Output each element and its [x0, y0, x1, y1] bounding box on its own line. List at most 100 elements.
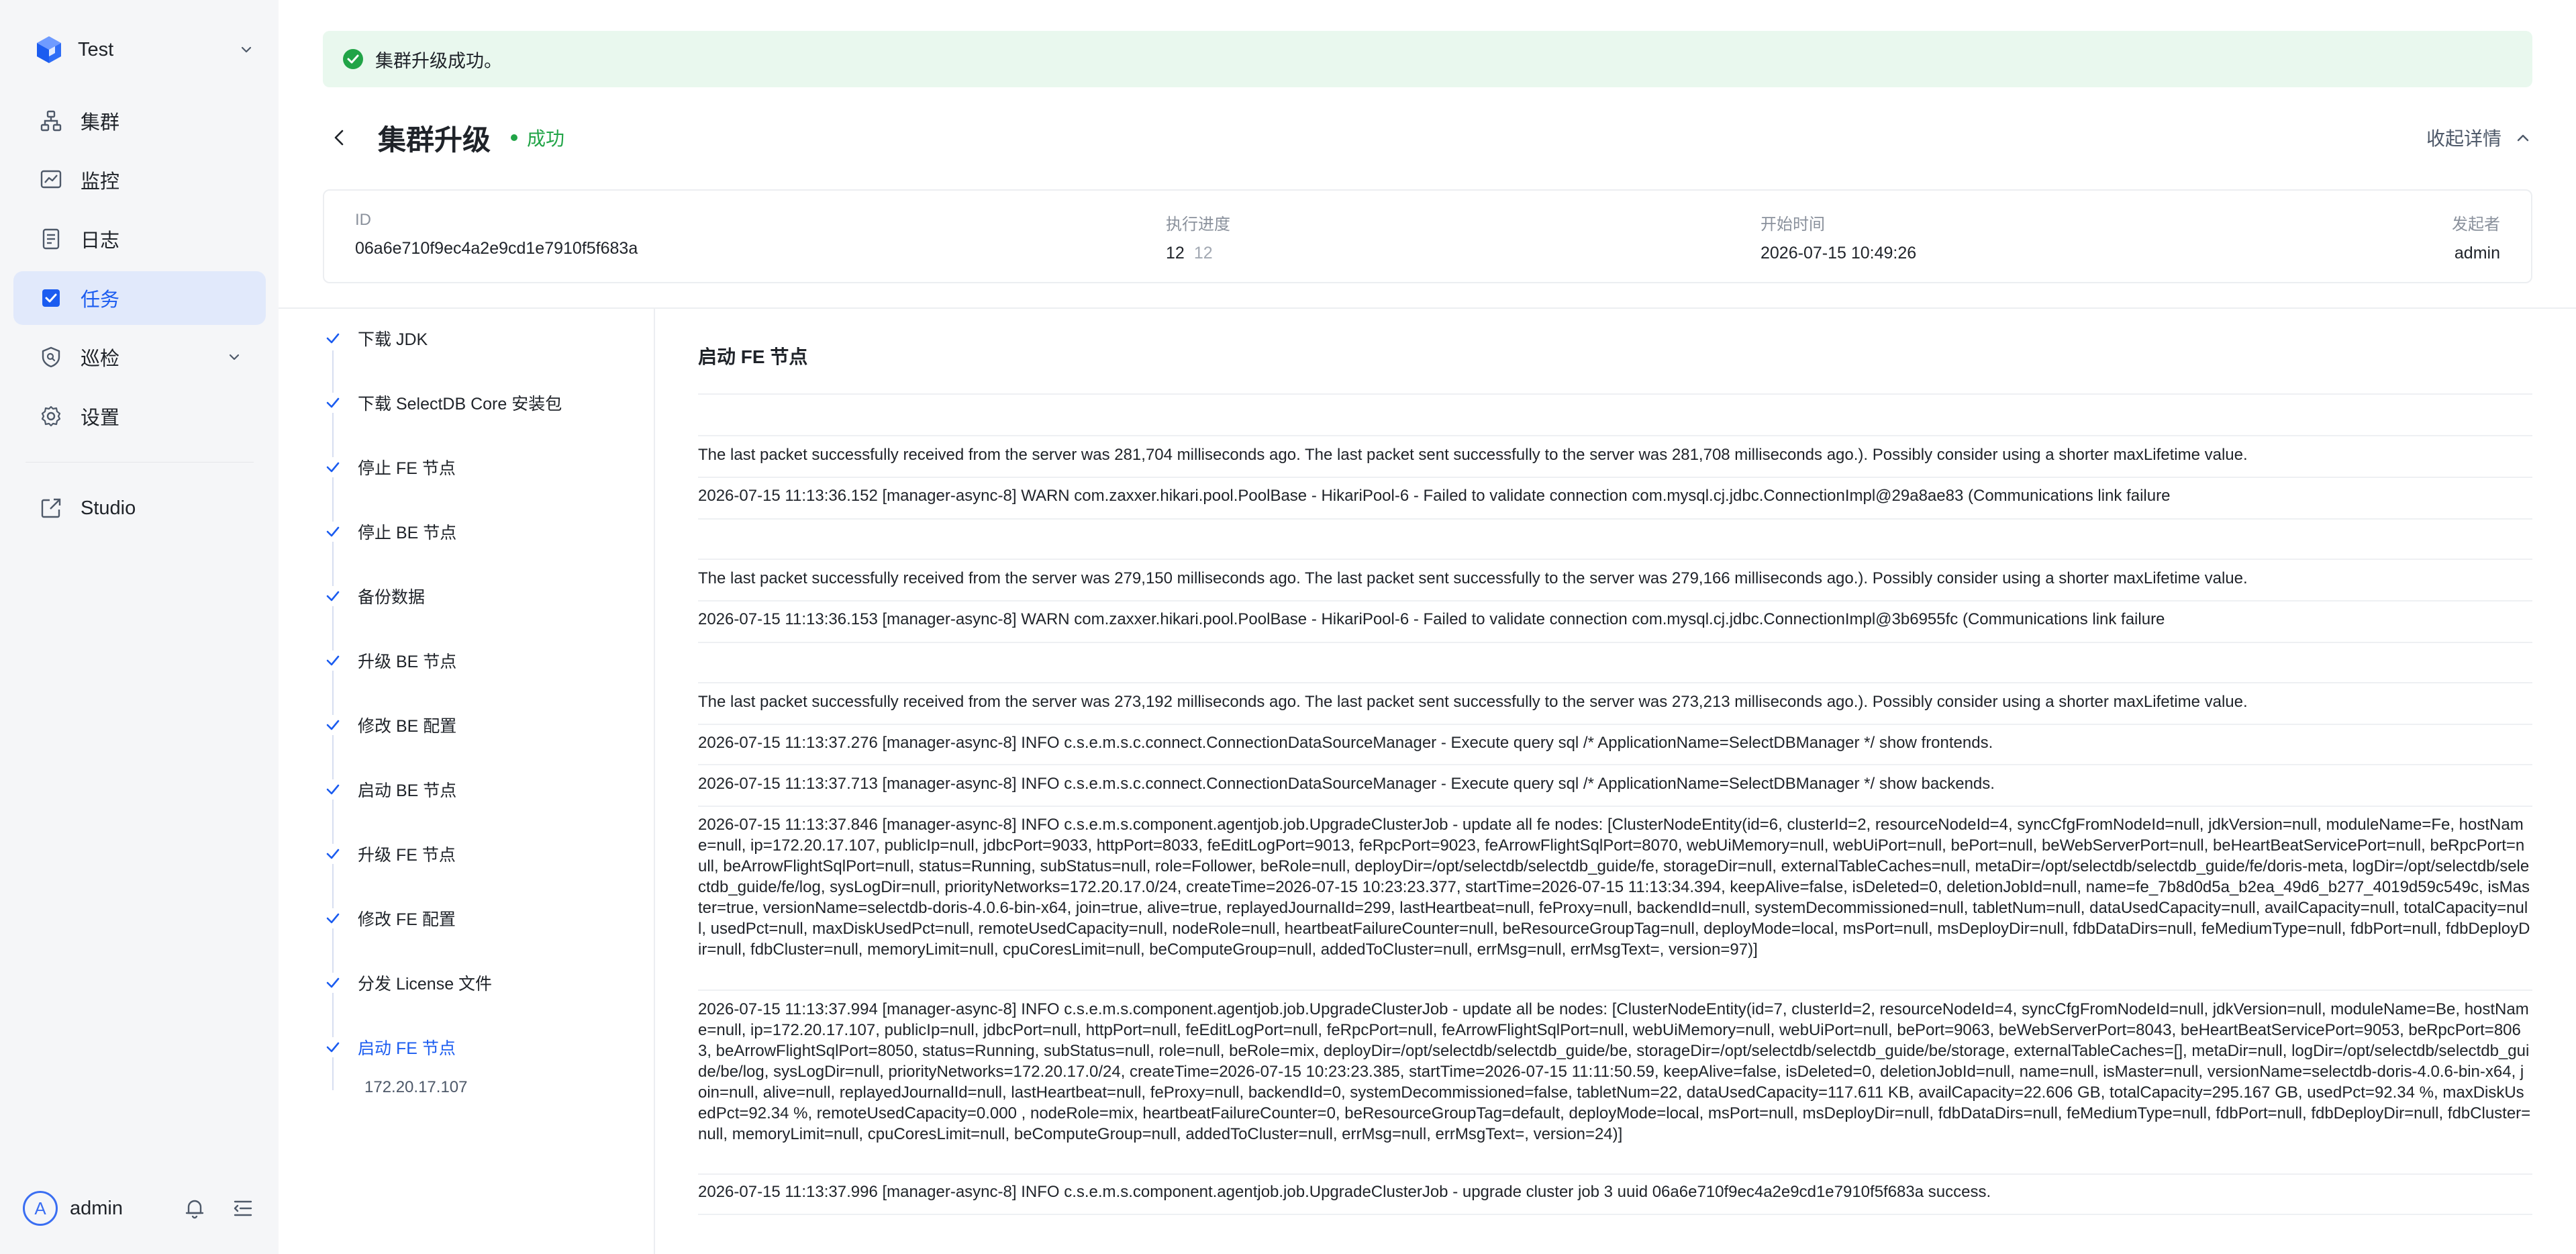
external-link-icon: [41, 498, 61, 518]
step-label: 下载 SelectDB Core 安装包: [358, 395, 562, 414]
page-title: 集群升级: [378, 124, 491, 156]
back-arrow-icon[interactable]: [328, 126, 351, 149]
monitor-chart-icon: [40, 170, 62, 189]
check-circle-icon: [343, 49, 363, 69]
step-item[interactable]: 启动 BE 节点: [323, 776, 456, 803]
step-item[interactable]: 停止 BE 节点: [323, 518, 456, 545]
step-label: 分发 License 文件: [358, 975, 493, 994]
nav-item-settings[interactable]: 设置: [13, 389, 266, 443]
nav-label: 日志: [81, 230, 120, 252]
log-divider: [698, 559, 2532, 560]
task-icon: [42, 289, 60, 307]
initiator-value: admin: [2454, 244, 2500, 262]
inspection-shield-icon: [42, 346, 60, 368]
start-time-value: 2026-07-15 10:49:26: [1761, 244, 1917, 262]
step-label: 备份数据: [358, 588, 426, 607]
nav-label: 监控: [81, 171, 120, 193]
step-node-ip[interactable]: 172.20.17.107: [364, 1078, 467, 1097]
nav-divider: [26, 462, 254, 463]
gear-icon: [41, 405, 61, 427]
chevron-down-icon[interactable]: [238, 41, 255, 58]
step-label: 修改 FE 配置: [358, 910, 456, 929]
step-item-current[interactable]: 启动 FE 节点: [323, 1034, 456, 1061]
nav-label: 集群: [81, 112, 120, 134]
log-divider: [698, 990, 2532, 991]
sidebar: Test 集群 监控 日志 任务 巡检 设置 Studio A admin: [0, 0, 279, 1254]
log-panel: 启动 FE 节点 The last packet successfully re…: [698, 309, 2532, 1254]
chevron-down-icon[interactable]: [226, 348, 243, 366]
step-item[interactable]: 修改 BE 配置: [323, 712, 456, 738]
progress-total: 12: [1193, 244, 1213, 262]
log-line: The last packet successfully received fr…: [698, 693, 2248, 711]
log-divider: [698, 518, 2532, 520]
chevron-up-icon: [2517, 134, 2529, 142]
nav-item-logs[interactable]: 日志: [13, 212, 266, 266]
avatar[interactable]: A: [23, 1191, 58, 1226]
info-progress: 执行进度 12 12: [1166, 211, 1230, 263]
main-nav: 集群 监控 日志 任务 巡检 设置 Studio: [13, 94, 266, 540]
step-item[interactable]: 修改 FE 配置: [323, 905, 456, 932]
step-label: 修改 BE 配置: [358, 717, 457, 736]
nav-item-cluster[interactable]: 集群: [13, 94, 266, 148]
workspace-name: Test: [78, 38, 114, 60]
step-label: 启动 BE 节点: [358, 781, 457, 800]
check-icon: [323, 779, 343, 800]
nav-item-inspection[interactable]: 巡检: [13, 330, 266, 384]
step-item[interactable]: 升级 FE 节点: [323, 840, 456, 867]
bell-icon[interactable]: [183, 1196, 207, 1220]
step-item[interactable]: 下载 JDK: [323, 325, 428, 352]
step-item[interactable]: 备份数据: [323, 583, 425, 610]
check-icon: [323, 973, 343, 993]
info-label: 发起者: [2452, 215, 2500, 234]
log-document-icon: [42, 228, 60, 250]
log-divider: [698, 600, 2532, 601]
info-initiator: 发起者 admin: [2452, 211, 2500, 263]
nav-item-monitor[interactable]: 监控: [13, 153, 266, 207]
nav-label: 任务: [81, 289, 120, 311]
step-item[interactable]: 停止 FE 节点: [323, 454, 456, 481]
info-id: ID 06a6e710f9ec4a2e9cd1e7910f5f683a: [355, 211, 638, 258]
task-info-card: ID 06a6e710f9ec4a2e9cd1e7910f5f683a 执行进度…: [323, 189, 2532, 283]
check-icon: [323, 715, 343, 735]
check-icon: [323, 457, 343, 477]
step-item[interactable]: 分发 License 文件: [323, 969, 492, 996]
step-item[interactable]: 下载 SelectDB Core 安装包: [323, 389, 562, 416]
nav-label: 设置: [81, 407, 120, 429]
check-icon: [323, 586, 343, 606]
step-label: 升级 FE 节点: [358, 846, 456, 865]
cube-logo-icon: [37, 36, 61, 63]
nav-label: Studio: [81, 497, 136, 519]
step-label: 升级 BE 节点: [358, 653, 457, 671]
log-line: 2026-07-15 11:13:37.276 [manager-async-8…: [698, 734, 1993, 752]
nav-item-tasks[interactable]: 任务: [13, 271, 266, 325]
check-icon: [323, 650, 343, 671]
progress-done: 12: [1166, 244, 1185, 262]
log-line: 2026-07-15 11:13:36.153 [manager-async-8…: [698, 610, 2165, 628]
nav-item-studio[interactable]: Studio: [13, 481, 266, 535]
log-line: 2026-07-15 11:13:37.996 [manager-async-8…: [698, 1183, 1991, 1201]
cluster-icon: [40, 110, 62, 132]
log-divider: [698, 642, 2532, 643]
status-text: 成功: [527, 128, 565, 149]
main-content: 集群升级成功。 集群升级 成功 收起详情 ID 06a6e710f9ec4a2e…: [279, 0, 2576, 1254]
log-divider: [698, 477, 2532, 478]
collapse-details-button[interactable]: 收起详情: [2426, 124, 2532, 151]
user-name[interactable]: admin: [70, 1198, 158, 1220]
step-label: 停止 FE 节点: [358, 459, 456, 478]
log-line: 2026-07-15 11:13:36.152 [manager-async-8…: [698, 487, 2171, 505]
log-divider: [698, 724, 2532, 725]
info-label: 开始时间: [1761, 215, 1825, 234]
collapse-menu-icon[interactable]: [231, 1196, 255, 1220]
workspace-switcher[interactable]: Test: [34, 32, 255, 67]
status-dot: [511, 134, 518, 141]
step-item[interactable]: 升级 BE 节点: [323, 647, 456, 674]
user-bar: A admin: [23, 1190, 255, 1227]
log-divider: [698, 764, 2532, 765]
check-icon: [323, 844, 343, 864]
log-line: 2026-07-15 11:13:37.846 [manager-async-8…: [698, 816, 2530, 959]
progress-value: 12 12: [1166, 244, 1230, 263]
step-label: 下载 JDK: [358, 330, 428, 349]
info-label: 执行进度: [1166, 215, 1230, 234]
check-icon: [323, 522, 343, 542]
log-line: The last packet successfully received fr…: [698, 569, 2248, 587]
